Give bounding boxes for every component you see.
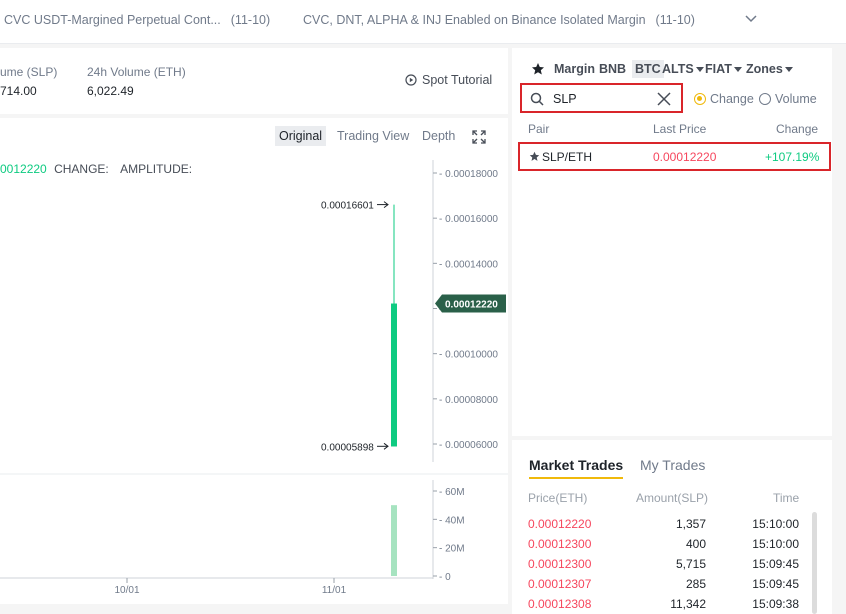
price-tick-label: - 0.00014000 — [439, 259, 498, 270]
radio-selected-icon — [694, 93, 706, 105]
low-price-label: 0.00005898 — [321, 442, 374, 453]
spot-tutorial-label: Spot Tutorial — [422, 73, 493, 87]
caret-down-icon — [733, 67, 742, 73]
candle-layer: 0.00016601 0.00005898 0.00012220 — [321, 201, 506, 453]
market-tab-margin[interactable]: Margin — [554, 62, 595, 76]
trade-time: 15:09:45 — [752, 577, 799, 591]
caret-down-icon — [695, 67, 704, 73]
exchange-page: CVC USDT-Margined Perpetual Cont... (11-1… — [0, 0, 846, 614]
market-tab-fiat[interactable]: FIAT — [705, 62, 742, 76]
volume-slp-value: 714.00 — [0, 84, 37, 98]
trade-price: 0.00012307 — [528, 577, 592, 591]
price-chart[interactable]: - 0.00018000 - 0.00016000 - 0.00014000 - 0.… — [0, 118, 508, 604]
pair-last-price: 0.00012220 — [653, 150, 717, 164]
market-tab-alts[interactable]: ALTS — [662, 62, 704, 76]
change-column-header[interactable]: Change — [776, 122, 818, 136]
search-input[interactable]: SLP — [553, 92, 577, 106]
star-icon[interactable] — [529, 151, 540, 162]
market-tab-label: FIAT — [705, 62, 732, 76]
trade-amount: 1,357 — [675, 517, 706, 531]
trade-price: 0.00012220 — [528, 517, 592, 531]
market-tab-label: Margin — [554, 62, 595, 76]
pair-column-header[interactable]: Pair — [528, 122, 549, 136]
radio-unselected-icon — [759, 93, 771, 105]
market-tab-btc[interactable]: BTC — [632, 60, 664, 78]
price-eth-header: Price(ETH) — [528, 491, 588, 505]
candle-body — [391, 303, 397, 447]
sort-change-label: Change — [710, 92, 754, 106]
trade-row: 0.00012308 11,342 15:09:38 — [528, 597, 808, 614]
trade-price: 0.00012308 — [528, 597, 592, 611]
caret-down-icon — [784, 67, 793, 73]
market-tab-label: BTC — [635, 62, 661, 76]
play-icon — [405, 74, 417, 86]
trade-amount: 400 — [685, 537, 706, 551]
trade-time: 15:10:00 — [752, 517, 799, 531]
trade-price: 0.00012300 — [528, 557, 592, 571]
market-tab-bnb[interactable]: BNB — [599, 62, 626, 76]
search-box[interactable]: SLP — [520, 83, 683, 113]
volume-eth-label: 24h Volume (ETH) — [87, 65, 186, 79]
price-tick-label: - 0.00006000 — [439, 440, 498, 451]
trade-time: 15:09:38 — [752, 597, 799, 611]
trades-scrollbar[interactable] — [812, 512, 817, 614]
price-tick-label: - 0.00008000 — [439, 395, 498, 406]
market-tab-label: ALTS — [662, 62, 694, 76]
chevron-down-icon[interactable] — [744, 12, 758, 26]
trade-time: 15:09:45 — [752, 557, 799, 571]
announcement-date: (11-10) — [230, 13, 271, 27]
volume-eth-value: 6,022.49 — [87, 84, 134, 98]
spot-tutorial-link[interactable]: Spot Tutorial — [405, 73, 492, 87]
announcement-text: CVC, DNT, ALPHA & INJ Enabled on Binance… — [303, 13, 646, 27]
volume-tick-label: - 0 — [439, 572, 451, 583]
trade-time: 15:10:00 — [752, 537, 799, 551]
time-tick-label: 10/01 — [114, 585, 139, 596]
close-icon[interactable] — [657, 92, 671, 106]
trade-row: 0.00012300 5,715 15:09:45 — [528, 557, 808, 575]
volume-tick-label: - 20M — [439, 544, 465, 555]
tab-my-trades[interactable]: My Trades — [640, 457, 705, 473]
pair-change: +107.19% — [765, 150, 820, 164]
sort-volume-label: Volume — [775, 92, 817, 106]
volume-layer — [391, 505, 397, 576]
market-tab-label: BNB — [599, 62, 627, 76]
trade-amount: 11,342 — [670, 597, 706, 611]
price-tick-label: - 0.00018000 — [439, 169, 498, 180]
volume-tick-label: - 40M — [439, 515, 465, 526]
announcement-link-1[interactable]: CVC USDT-Margined Perpetual Cont... (11-1… — [4, 13, 270, 27]
announcement-link-2[interactable]: CVC, DNT, ALPHA & INJ Enabled on Binance… — [303, 13, 695, 27]
trade-amount: 285 — [685, 577, 706, 591]
market-tab-zones[interactable]: Zones — [746, 62, 793, 76]
trade-price: 0.00012300 — [528, 537, 592, 551]
star-icon[interactable] — [531, 62, 545, 76]
tab-market-trades[interactable]: Market Trades — [529, 457, 624, 479]
announcement-text: CVC USDT-Margined Perpetual Cont... — [4, 13, 221, 27]
time-header: Time — [773, 491, 800, 505]
price-tick-label: - 0.00010000 — [439, 350, 498, 361]
announcement-date: (11-10) — [655, 13, 695, 27]
volume-axis: - 60M - 40M - 20M - 0 — [0, 473, 508, 583]
time-tick-label: 11/01 — [322, 585, 347, 596]
trade-amount: 5,715 — [675, 557, 706, 571]
current-price-label: 0.00012220 — [445, 300, 498, 311]
amount-slp-header: Amount(SLP) — [636, 491, 709, 505]
sort-change-radio[interactable]: Change — [694, 92, 754, 106]
trade-row: 0.00012220 1,357 15:10:00 — [528, 517, 808, 535]
price-tick-label: - 0.00016000 — [439, 214, 498, 225]
volume-tick-label: - 60M — [439, 487, 465, 498]
sort-volume-radio[interactable]: Volume — [759, 92, 817, 106]
last-price-column-header[interactable]: Last Price — [653, 122, 706, 136]
time-axis: 10/01 11/01 — [0, 577, 433, 596]
trade-row: 0.00012307 285 15:09:45 — [528, 577, 808, 595]
volume-slp-label: ume (SLP) — [0, 65, 58, 79]
volume-bar — [391, 505, 397, 576]
pair-row[interactable]: SLP/ETH 0.00012220 +107.19% — [518, 142, 831, 171]
search-icon — [530, 92, 544, 106]
high-price-label: 0.00016601 — [321, 201, 374, 212]
market-tab-label: Zones — [746, 62, 783, 76]
pair-name: SLP/ETH — [542, 150, 593, 164]
trade-row: 0.00012300 400 15:10:00 — [528, 537, 808, 555]
